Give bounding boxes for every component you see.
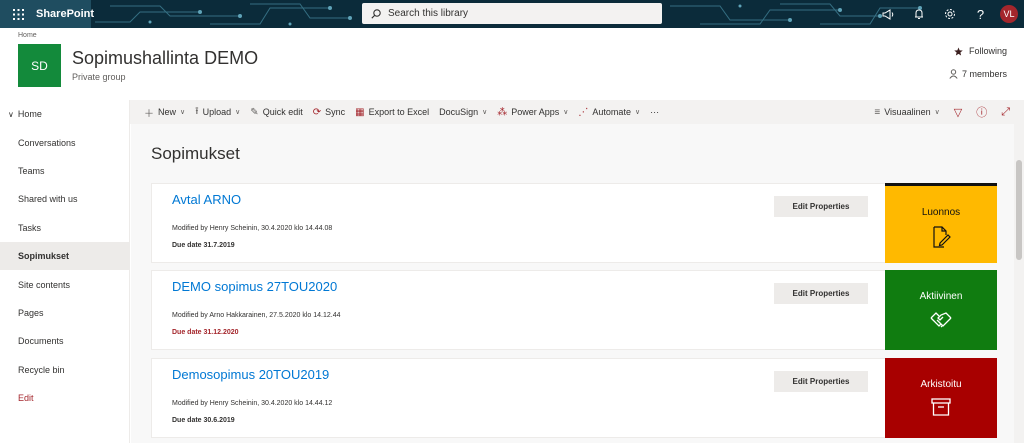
filter-icon: ▽ [953,106,963,119]
suite-bar-actions: ? VL [872,0,1024,28]
upload-button[interactable]: ⭱ Upload ∨ [195,104,240,121]
user-avatar[interactable]: VL [1000,5,1018,23]
library-title: Sopimukset [151,144,240,163]
export-excel-button[interactable]: ▦ Export to Excel [355,107,429,118]
site-logo[interactable]: SD [18,44,61,87]
nav-item-site-contents[interactable]: Site contents [0,270,129,298]
modified-info: Modified by Henry Scheinin, 30.4.2020 kl… [172,225,333,232]
vertical-scrollbar[interactable] [1014,124,1024,443]
modified-info: Modified by Henry Scheinin, 30.4.2020 kl… [172,400,333,407]
scrollbar-thumb[interactable] [1016,160,1022,260]
sync-button[interactable]: ⟳ Sync [313,107,345,118]
plus-icon: ＋ [144,108,154,120]
nav-edit-link[interactable]: Edit [0,384,129,412]
document-card[interactable]: DEMO sopimus 27TOU2020 Modified by Arno … [151,270,997,350]
info-button[interactable]: ⓘ [976,104,987,120]
waffle-icon [12,8,24,20]
following-label: Following [968,46,1007,56]
modified-info: Modified by Arno Hakkarainen, 27.5.2020 … [172,312,341,319]
document-title-link[interactable]: Avtal ARNO [172,192,241,207]
docusign-button[interactable]: DocuSign ∨ [439,107,487,117]
expand-button[interactable]: ⤢ [1001,106,1010,119]
nav-item-teams[interactable]: Teams [0,157,129,185]
star-icon [954,46,963,56]
command-bar-right: ≡ Visuaalinen ∨ ▽ ⓘ ⤢ [860,100,1010,124]
site-title[interactable]: Sopimushallinta DEMO [72,48,258,69]
chevron-down-icon: ∨ [8,109,14,119]
left-navigation: ∨ Home Conversations Teams Shared with us… [0,100,130,443]
info-icon: ⓘ [976,107,988,119]
nav-item-shared-with-us[interactable]: Shared with us [0,185,129,213]
new-button[interactable]: ＋ New ∨ [144,105,185,120]
excel-icon: ▦ [355,106,365,118]
pencil-icon: ✎ [250,106,259,118]
document-card[interactable]: Demosopimus 20TOU2019 Modified by Henry … [151,358,997,438]
help-icon[interactable]: ? [965,0,996,28]
nav-item-conversations[interactable]: Conversations [0,128,129,156]
edit-properties-button[interactable]: Edit Properties [774,283,868,304]
person-icon [949,69,958,79]
status-tile[interactable]: Aktiivinen [885,270,997,350]
site-subtitle: Private group [72,72,126,82]
nav-item-tasks[interactable]: Tasks [0,214,129,242]
due-date: Due date 30.6.2019 [172,417,235,424]
chevron-down-icon: ∨ [482,109,488,116]
sharepoint-brand-link[interactable]: SharePoint [36,0,94,28]
chevron-down-icon: ∨ [634,109,641,116]
status-label: Aktiivinen [919,291,963,302]
sync-icon: ⟳ [312,106,322,118]
chevron-down-icon: ∨ [180,109,186,116]
power-apps-icon: ⁂ [497,106,508,118]
members-label: 7 members [961,69,1007,79]
upload-icon: ⭱ [195,105,199,117]
quick-edit-button[interactable]: ✎ Quick edit [250,107,302,118]
nav-item-pages[interactable]: Pages [0,299,129,327]
nav-item-recycle-bin[interactable]: Recycle bin [0,356,129,384]
chevron-down-icon: ∨ [235,109,241,116]
power-apps-button[interactable]: ⁂ Power Apps ∨ [497,107,568,118]
chevron-down-icon: ∨ [934,109,940,116]
nav-item-home[interactable]: ∨ Home [0,100,129,128]
status-label: Arkistoitu [920,379,962,390]
library-content: Sopimukset Avtal ARNO Modified by Henry … [131,124,1014,443]
automate-button[interactable]: ⋰ Automate ∨ [578,107,640,118]
suite-bar: SharePoint Search this library ? VL [0,0,1024,28]
due-date: Due date 31.12.2020 [172,329,239,336]
members-button[interactable]: 7 members [949,69,1007,79]
more-commands-button[interactable]: ··· [650,107,659,117]
following-button[interactable]: Following [954,46,1007,56]
breadcrumb-home-link[interactable]: Home [18,32,37,39]
chevron-down-icon: ∨ [563,109,569,116]
nav-item-sopimukset[interactable]: Sopimukset [0,241,129,271]
app-launcher-button[interactable] [0,0,36,28]
megaphone-icon[interactable] [872,0,903,28]
due-date: Due date 31.7.2019 [172,242,235,249]
bell-icon[interactable] [903,0,934,28]
edit-properties-button[interactable]: Edit Properties [774,196,868,217]
search-placeholder: Search this library [388,8,469,19]
gear-icon[interactable] [934,0,965,28]
flow-icon: ⋰ [578,106,589,118]
handshake-icon [930,312,952,328]
archive-icon [931,398,951,416]
list-view-icon: ≡ [874,106,881,118]
document-title-link[interactable]: Demosopimus 20TOU2019 [172,367,329,382]
status-tile[interactable]: Arkistoitu [885,358,997,438]
document-title-link[interactable]: DEMO sopimus 27TOU2020 [172,279,337,294]
command-bar: ＋ New ∨ ⭱ Upload ∨ ✎ Quick edit ⟳ Sync ▦ Export… [130,100,1024,124]
edit-document-icon [933,226,951,248]
edit-properties-button[interactable]: Edit Properties [774,371,868,392]
nav-item-documents[interactable]: Documents [0,327,129,355]
search-box[interactable]: Search this library [362,3,662,24]
status-tile[interactable]: Luonnos [885,183,997,263]
search-icon [371,8,381,19]
document-card[interactable]: Avtal ARNO Modified by Henry Scheinin, 3… [151,183,997,263]
view-switcher[interactable]: ≡ Visuaalinen ∨ [874,107,939,118]
status-label: Luonnos [921,207,961,218]
filter-button[interactable]: ▽ [954,106,962,119]
expand-icon: ⤢ [1001,105,1010,118]
